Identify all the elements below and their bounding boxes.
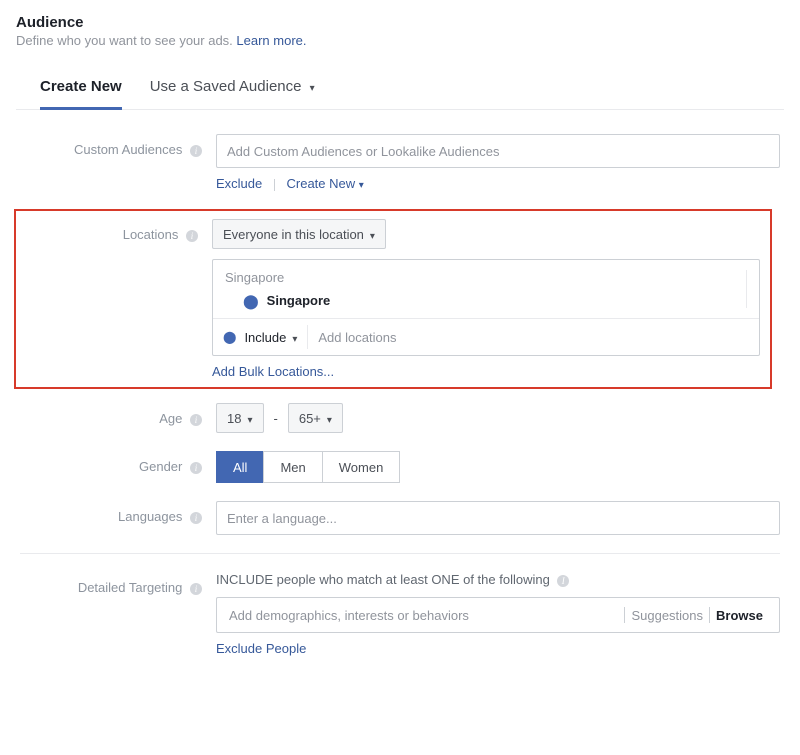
languages-label: Languages — [118, 509, 182, 524]
caret-down-icon — [310, 82, 315, 94]
locations-box: Singapore ⬤ Singapore ⬤ Include — [212, 259, 760, 356]
info-icon[interactable]: i — [190, 512, 202, 524]
gender-women-button[interactable]: Women — [322, 451, 401, 483]
gender-label: Gender — [139, 459, 182, 474]
info-icon[interactable]: i — [186, 230, 198, 242]
pin-icon: ⬤ — [223, 331, 236, 343]
audience-tabs: Create New Use a Saved Audience — [16, 68, 784, 110]
info-icon[interactable]: i — [190, 414, 202, 426]
add-location-input[interactable] — [316, 325, 749, 349]
exclude-audiences-link[interactable]: Exclude — [216, 176, 262, 191]
location-region: Singapore — [225, 270, 738, 285]
create-new-audience-label: Create New — [287, 176, 356, 191]
gender-all-button[interactable]: All — [216, 451, 264, 483]
info-icon[interactable]: i — [190, 145, 202, 157]
targeting-heading-text: INCLUDE people who match at least ONE of… — [216, 572, 550, 587]
learn-more-link[interactable]: Learn more. — [236, 33, 306, 48]
custom-audiences-input[interactable] — [216, 134, 780, 168]
tab-create-new[interactable]: Create New — [40, 68, 122, 110]
age-separator: - — [274, 411, 278, 426]
caret-down-icon — [247, 411, 252, 426]
exclude-people-link[interactable]: Exclude People — [216, 641, 306, 656]
info-icon[interactable]: i — [190, 462, 202, 474]
separator — [274, 179, 275, 191]
targeting-heading: INCLUDE people who match at least ONE of… — [216, 572, 780, 587]
location-item[interactable]: ⬤ Singapore — [225, 293, 738, 308]
custom-audiences-label: Custom Audiences — [74, 142, 182, 157]
pin-icon: ⬤ — [243, 294, 259, 308]
info-icon[interactable]: i — [190, 583, 202, 595]
age-min-dropdown[interactable]: 18 — [216, 403, 264, 433]
suggestions-link[interactable]: Suggestions — [625, 608, 709, 623]
browse-link[interactable]: Browse — [710, 608, 769, 623]
location-item-name: Singapore — [267, 293, 331, 308]
locations-highlight: Locations i Everyone in this location Si… — [14, 209, 772, 389]
gender-men-button[interactable]: Men — [263, 451, 322, 483]
gender-toggle-group: All Men Women — [216, 451, 780, 483]
caret-down-icon — [370, 227, 375, 242]
location-scope-dropdown[interactable]: Everyone in this location — [212, 219, 386, 249]
caret-down-icon — [359, 176, 364, 191]
targeting-input[interactable] — [227, 600, 624, 630]
targeting-input-wrap: Suggestions Browse — [216, 597, 780, 633]
divider — [20, 553, 780, 554]
location-scope-label: Everyone in this location — [223, 227, 364, 242]
add-bulk-locations-link[interactable]: Add Bulk Locations... — [212, 364, 334, 379]
languages-input[interactable] — [216, 501, 780, 535]
tab-saved-audience-label: Use a Saved Audience — [150, 78, 302, 95]
page-subtitle: Define who you want to see your ads. Lea… — [16, 33, 784, 48]
detailed-targeting-label: Detailed Targeting — [78, 580, 183, 595]
age-label: Age — [159, 411, 182, 426]
page-title: Audience — [16, 14, 784, 31]
caret-down-icon — [327, 411, 332, 426]
subtitle-text: Define who you want to see your ads. — [16, 33, 236, 48]
age-max-value: 65+ — [299, 411, 321, 426]
age-max-dropdown[interactable]: 65+ — [288, 403, 343, 433]
include-label: Include — [244, 330, 286, 345]
info-icon[interactable]: i — [557, 575, 569, 587]
create-new-audience-link[interactable]: Create New — [287, 176, 364, 191]
caret-down-icon — [292, 330, 297, 345]
locations-label: Locations — [123, 227, 179, 242]
include-exclude-toggle[interactable]: Include — [244, 325, 308, 349]
tab-saved-audience[interactable]: Use a Saved Audience — [150, 68, 315, 110]
age-min-value: 18 — [227, 411, 241, 426]
